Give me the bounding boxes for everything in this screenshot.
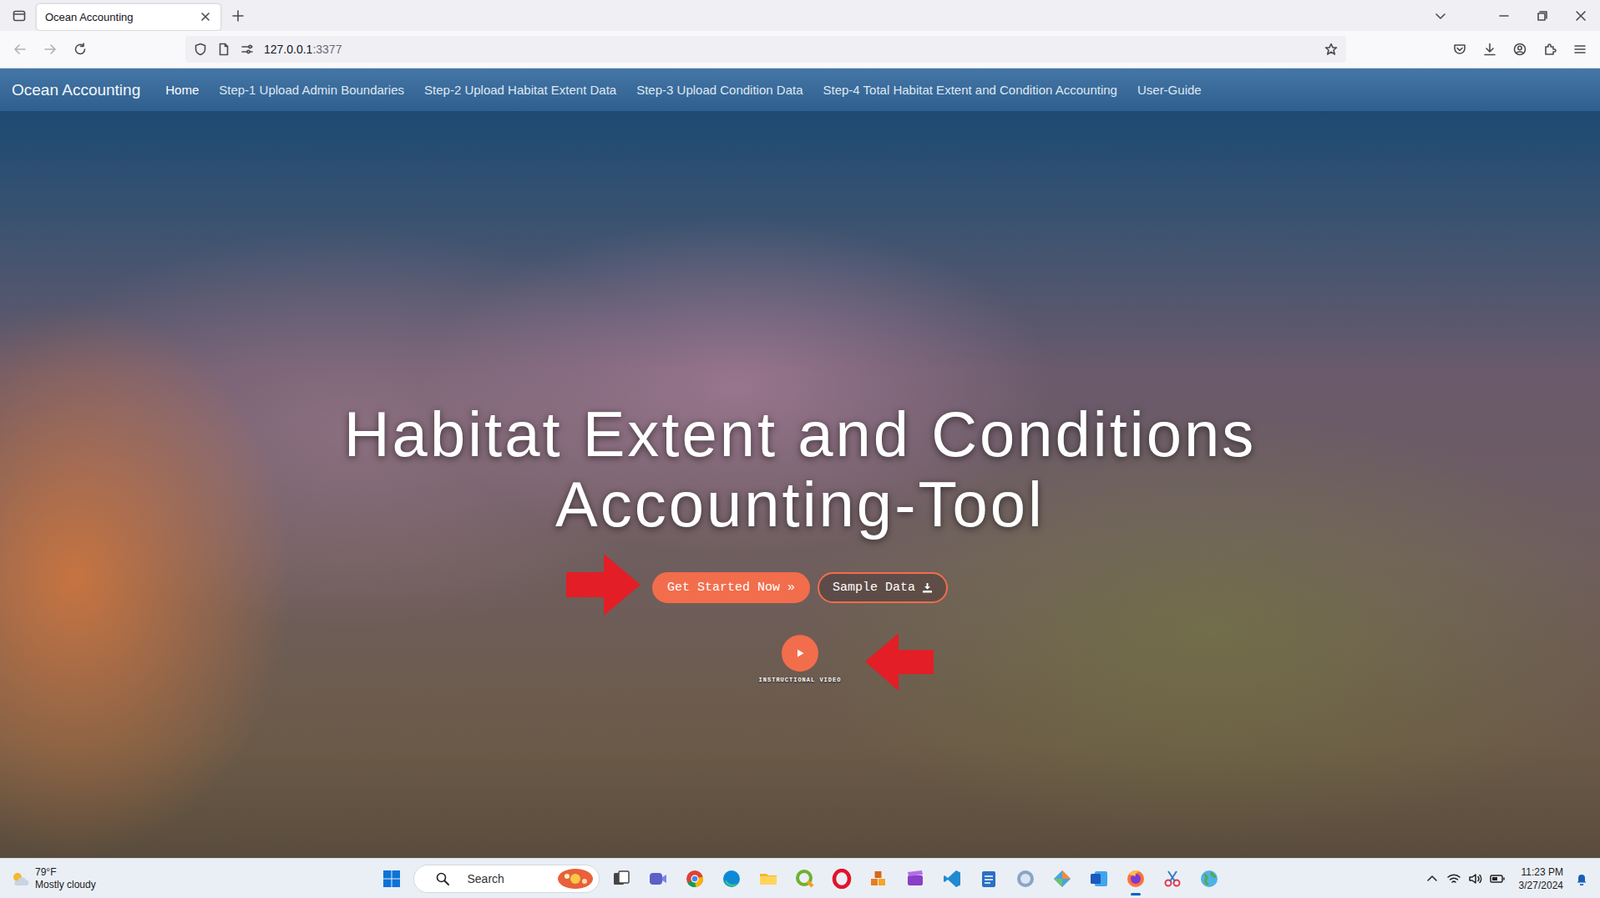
search-highlight-icon bbox=[556, 860, 594, 897]
volume-icon[interactable] bbox=[1465, 861, 1486, 896]
notepad-icon[interactable] bbox=[970, 860, 1008, 897]
nav-item[interactable]: Step-2 Upload Habitat Extent Data bbox=[414, 77, 627, 102]
bookmark-star-icon[interactable] bbox=[1319, 37, 1343, 61]
hero-background-video: Habitat Extent and ConditionsAccounting-… bbox=[0, 111, 1600, 858]
clapper-icon[interactable] bbox=[896, 860, 934, 897]
word-icon[interactable] bbox=[1080, 860, 1118, 897]
file-explorer-icon[interactable] bbox=[749, 860, 787, 897]
back-icon[interactable] bbox=[5, 35, 36, 63]
menu-icon[interactable] bbox=[1564, 35, 1595, 63]
firefox-icon[interactable] bbox=[1117, 860, 1155, 897]
globe-app-icon[interactable] bbox=[1190, 860, 1228, 897]
url-port[interactable]: :3377 bbox=[312, 42, 342, 56]
hero-content: Habitat Extent and ConditionsAccounting-… bbox=[0, 111, 1600, 684]
browser-tab[interactable]: Ocean Accounting bbox=[36, 4, 221, 31]
running-indicator bbox=[1130, 892, 1141, 896]
address-bar[interactable]: 127.0.0.1:3377 bbox=[185, 35, 1347, 63]
plus-icon[interactable] bbox=[223, 3, 253, 29]
windows-start-icon[interactable] bbox=[373, 860, 411, 897]
weather-temp[interactable]: 79°F bbox=[35, 865, 97, 879]
sample-data-label[interactable]: Sample Data bbox=[832, 580, 916, 595]
weather-widget[interactable]: 79°FMostly cloudy bbox=[0, 865, 374, 892]
clock-date[interactable]: 3/27/2024 bbox=[1518, 878, 1564, 892]
hero-buttons: Get Started Now » Sample Data bbox=[652, 572, 948, 603]
video-label[interactable]: INSTRUCTIONAL VIDEO bbox=[759, 676, 842, 684]
chrome-icon[interactable] bbox=[676, 860, 714, 897]
taskbar-search[interactable]: Search bbox=[413, 864, 600, 893]
restore-icon[interactable] bbox=[1523, 0, 1562, 31]
tab-strip: Ocean Accounting bbox=[0, 0, 1600, 31]
play-video-button[interactable] bbox=[781, 634, 819, 672]
tab-label[interactable]: Ocean Accounting bbox=[45, 10, 198, 24]
vscode-icon[interactable] bbox=[933, 860, 971, 897]
wifi-icon[interactable] bbox=[1443, 861, 1464, 896]
red-arrow-left-icon bbox=[865, 632, 934, 691]
sample-data-button[interactable]: Sample Data bbox=[817, 572, 948, 603]
browser-toolbar: 127.0.0.1:3377 bbox=[0, 30, 1600, 69]
meet-icon[interactable] bbox=[639, 860, 677, 897]
weather-condition[interactable]: Mostly cloudy bbox=[35, 878, 97, 892]
play-icon[interactable] bbox=[794, 648, 806, 659]
download-icon[interactable] bbox=[1474, 35, 1505, 63]
pocket-icon[interactable] bbox=[1444, 35, 1475, 63]
download-icon[interactable] bbox=[921, 582, 933, 593]
account-icon[interactable] bbox=[1504, 35, 1535, 63]
get-started-button[interactable]: Get Started Now » bbox=[652, 572, 811, 603]
nav-item[interactable]: User-Guide bbox=[1127, 77, 1212, 102]
notification-bell-icon[interactable] bbox=[1571, 861, 1592, 896]
cloud-sun-icon[interactable] bbox=[10, 870, 31, 887]
nav-item[interactable]: Step-3 Upload Condition Data bbox=[626, 77, 813, 102]
r-app-icon[interactable] bbox=[1007, 860, 1044, 897]
forward-icon[interactable] bbox=[35, 35, 66, 63]
red-arrow-right-icon bbox=[566, 553, 641, 616]
navbar: Ocean Accounting HomeStep-1 Upload Admin … bbox=[0, 68, 1600, 112]
extensions-icon[interactable] bbox=[1534, 35, 1565, 63]
close-window-icon[interactable] bbox=[1561, 0, 1600, 31]
weather-text[interactable]: 79°FMostly cloudy bbox=[35, 865, 97, 892]
brand-link[interactable]: Ocean Accounting bbox=[11, 81, 141, 100]
system-tray: 11:23 PM3/27/2024 bbox=[1227, 861, 1600, 896]
task-view-icon[interactable] bbox=[602, 860, 640, 897]
url-host[interactable]: 127.0.0.1 bbox=[263, 42, 313, 56]
shield-icon[interactable] bbox=[188, 37, 213, 61]
close-icon[interactable] bbox=[197, 8, 214, 26]
search-placeholder[interactable]: Search bbox=[467, 871, 557, 886]
nav-item[interactable]: Step-4 Total Habitat Extent and Conditio… bbox=[812, 77, 1127, 102]
chevron-up-icon[interactable] bbox=[1422, 861, 1443, 896]
opera-icon[interactable] bbox=[823, 860, 861, 897]
edge-icon[interactable] bbox=[713, 860, 750, 897]
permissions-icon[interactable] bbox=[235, 37, 259, 61]
taskbar-apps: Search bbox=[373, 860, 1228, 897]
taskbar: 79°FMostly cloudy Search 11:23 PM3/27/2024 bbox=[0, 857, 1600, 898]
battery-icon[interactable] bbox=[1487, 861, 1508, 896]
minimize-icon[interactable] bbox=[1484, 0, 1524, 31]
hero-title-line: Habitat Extent and Conditions bbox=[344, 399, 1257, 470]
qgis-icon[interactable] bbox=[786, 860, 824, 897]
diamond-app-icon[interactable] bbox=[1043, 860, 1081, 897]
firefox-view-icon[interactable] bbox=[5, 3, 34, 29]
snipping-tool-icon[interactable] bbox=[1154, 860, 1191, 897]
clock-time[interactable]: 11:23 PM bbox=[1521, 865, 1564, 879]
clock[interactable]: 11:23 PM3/27/2024 bbox=[1518, 865, 1564, 892]
app-blocks-icon[interactable] bbox=[860, 860, 897, 897]
nav-item[interactable]: Home bbox=[155, 77, 209, 102]
search-icon[interactable] bbox=[424, 860, 461, 897]
reload-icon[interactable] bbox=[65, 35, 96, 63]
page-icon[interactable] bbox=[212, 37, 236, 61]
chevron-down-icon[interactable] bbox=[1421, 0, 1460, 31]
hero-title-line: Accounting-Tool bbox=[555, 469, 1045, 540]
nav-item[interactable]: Step-1 Upload Admin Boundaries bbox=[208, 77, 415, 102]
